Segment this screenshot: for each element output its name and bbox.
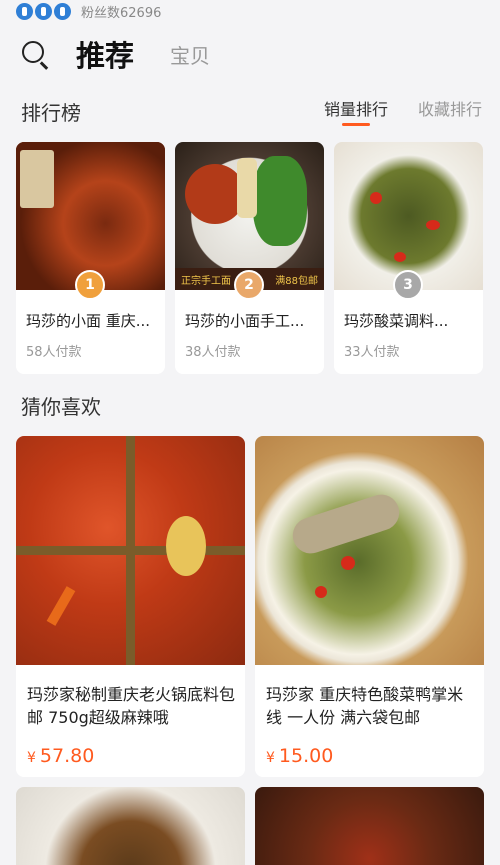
product-price: ¥15.00 <box>266 745 474 767</box>
rank-badge: 1 <box>75 270 105 300</box>
product-image <box>334 142 483 290</box>
product-card[interactable]: 玛莎家秘制重庆老火锅底料包邮 750g超级麻辣哦 ¥57.80 <box>16 436 245 777</box>
price-value: 15.00 <box>278 745 334 767</box>
product-image: 正宗手工面 满88包邮 <box>175 142 324 290</box>
product-image[interactable] <box>16 787 245 865</box>
guess-header: 猜你喜欢 <box>0 374 500 436</box>
product-grid: 玛莎家秘制重庆老火锅底料包邮 750g超级麻辣哦 ¥57.80 玛莎家 重庆特色… <box>0 436 500 777</box>
product-name: 玛莎酸菜调料... <box>344 312 449 330</box>
tab-recommend[interactable]: 推荐 <box>76 33 134 75</box>
fans-count: 粉丝数62696 <box>81 5 162 21</box>
promo-label: 满88包邮 <box>275 275 318 287</box>
ranking-card[interactable]: 3 玛莎酸菜调料... 33人付款 <box>334 142 483 374</box>
product-name: 玛莎家秘制重庆老火锅底料包邮 750g超级麻辣哦 <box>27 685 235 727</box>
ranking-card[interactable]: 1 玛莎的小面 重庆... 58人付款 <box>16 142 165 374</box>
product-image <box>16 142 165 290</box>
ranking-card[interactable]: 正宗手工面 满88包邮 2 玛莎的小面手工... 38人付款 <box>175 142 324 374</box>
sales-count: 38人付款 <box>185 345 241 360</box>
medal-icon <box>35 2 52 20</box>
ranking-header: 排行榜 销量排行 收藏排行 <box>0 86 500 136</box>
tab-favorites-ranking[interactable]: 收藏排行 <box>418 96 482 126</box>
sales-count: 58人付款 <box>26 345 82 360</box>
currency-symbol: ¥ <box>266 750 275 766</box>
header: 推荐 宝贝 <box>0 22 500 86</box>
product-price: ¥57.80 <box>27 745 235 767</box>
tab-items[interactable]: 宝贝 <box>170 40 210 69</box>
product-image <box>16 436 245 665</box>
medal-icon <box>16 2 33 20</box>
ranking-title: 排行榜 <box>21 100 81 125</box>
rank-badge: 2 <box>234 270 264 300</box>
product-name: 玛莎家 重庆特色酸菜鸭掌米线 一人份 满六袋包邮 <box>266 685 464 727</box>
sales-count: 33人付款 <box>344 345 400 360</box>
guess-title: 猜你喜欢 <box>21 394 101 419</box>
rank-badge: 3 <box>393 270 423 300</box>
price-value: 57.80 <box>39 745 95 767</box>
currency-symbol: ¥ <box>27 750 36 766</box>
product-image[interactable] <box>255 787 484 865</box>
product-name: 玛莎的小面 重庆... <box>26 312 151 330</box>
product-card[interactable]: 玛莎家 重庆特色酸菜鸭掌米线 一人份 满六袋包邮 ¥15.00 <box>255 436 484 777</box>
product-grid-next-row <box>0 787 500 865</box>
search-icon[interactable] <box>18 37 52 71</box>
ranking-list: 1 玛莎的小面 重庆... 58人付款 正宗手工面 满88包邮 2 玛莎的小面手… <box>0 142 500 374</box>
product-name: 玛莎的小面手工... <box>185 312 305 330</box>
status-bar: 粉丝数62696 <box>0 0 500 22</box>
medal-icon <box>54 2 71 20</box>
product-image <box>255 436 484 665</box>
tab-sales-ranking[interactable]: 销量排行 <box>324 96 388 126</box>
promo-label: 正宗手工面 <box>181 275 231 287</box>
ranking-tabs: 销量排行 收藏排行 <box>324 96 482 126</box>
